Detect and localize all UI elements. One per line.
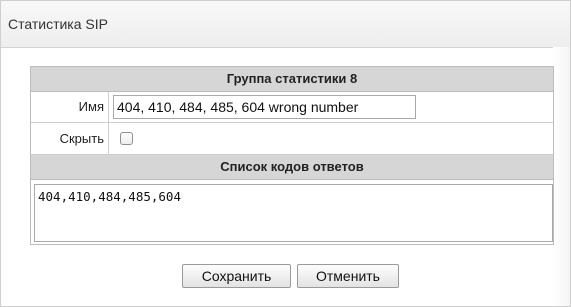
- hide-label: Скрыть: [31, 123, 109, 154]
- name-row: Имя: [31, 92, 553, 123]
- name-label: Имя: [31, 92, 109, 122]
- hide-row: Скрыть: [31, 123, 553, 155]
- statistics-group-form: Группа статистики 8 Имя Скрыть Список ко…: [30, 66, 554, 245]
- save-button[interactable]: Сохранить: [182, 264, 291, 288]
- group-header: Группа статистики 8: [31, 67, 553, 92]
- dialog-title: Статистика SIP: [8, 16, 108, 32]
- sip-statistics-dialog: Статистика SIP Группа статистики 8 Имя С…: [0, 0, 571, 307]
- dialog-edge-shadow: [553, 47, 570, 306]
- response-codes-header: Список кодов ответов: [31, 155, 553, 180]
- response-codes-textarea[interactable]: 404,410,484,485,604: [34, 184, 553, 242]
- cancel-button[interactable]: Отменить: [297, 264, 399, 288]
- dialog-titlebar: Статистика SIP: [1, 1, 570, 48]
- name-input[interactable]: [113, 95, 416, 119]
- hide-checkbox[interactable]: [120, 132, 133, 145]
